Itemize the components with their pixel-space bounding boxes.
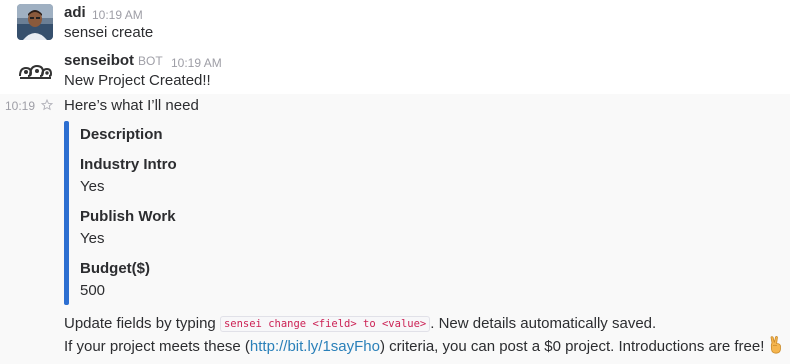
star-icon[interactable] [40, 98, 54, 115]
field-title-budget: Budget($) [80, 260, 150, 277]
senseibot-avatar-icon [17, 54, 53, 90]
footer-criteria: If your project meets these (http://bit.… [64, 336, 784, 358]
field-title-description: Description [80, 126, 163, 143]
attachment-color-bar [64, 121, 69, 305]
message-senseibot: senseibot BOT 10:19 AM New Project Create… [0, 48, 790, 94]
continuation-timestamp[interactable]: 10:19 [5, 99, 35, 113]
field-title-industry-intro: Industry Intro [80, 156, 177, 173]
timestamp[interactable]: 10:19 AM [171, 56, 222, 70]
footer-pre: Update fields by typing [64, 315, 220, 332]
user-photo-icon [17, 4, 53, 40]
command-code: sensei change <field> to <value> [219, 316, 431, 332]
footer-instructions: Update fields by typing sensei change <f… [64, 315, 656, 332]
timestamp[interactable]: 10:19 AM [92, 8, 143, 22]
intro-text: Here’s what I’ll need [64, 97, 199, 114]
author-name[interactable]: senseibot BOT [64, 52, 163, 69]
field-value-publish-work: Yes [80, 230, 105, 247]
footer-post: . New details automatically saved. [430, 315, 657, 332]
author-name[interactable]: adi [64, 4, 86, 21]
victory-hand-icon [768, 336, 784, 358]
message-text: New Project Created!! [64, 72, 211, 89]
criteria-pre: If your project meets these ( [64, 338, 250, 355]
criteria-post: ) criteria, you can post a $0 project. I… [380, 338, 765, 355]
bot-badge: BOT [138, 54, 163, 68]
field-value-industry-intro: Yes [80, 178, 105, 195]
avatar-senseibot[interactable] [17, 54, 53, 90]
author-label: senseibot [64, 52, 135, 69]
message-adi: adi 10:19 AM sensei create [0, 0, 790, 46]
message-text: sensei create [64, 24, 154, 41]
criteria-link[interactable]: http://bit.ly/1sayFho [250, 338, 380, 355]
field-title-publish-work: Publish Work [80, 208, 176, 225]
field-value-budget: 500 [80, 282, 106, 299]
avatar-adi[interactable] [17, 4, 53, 40]
